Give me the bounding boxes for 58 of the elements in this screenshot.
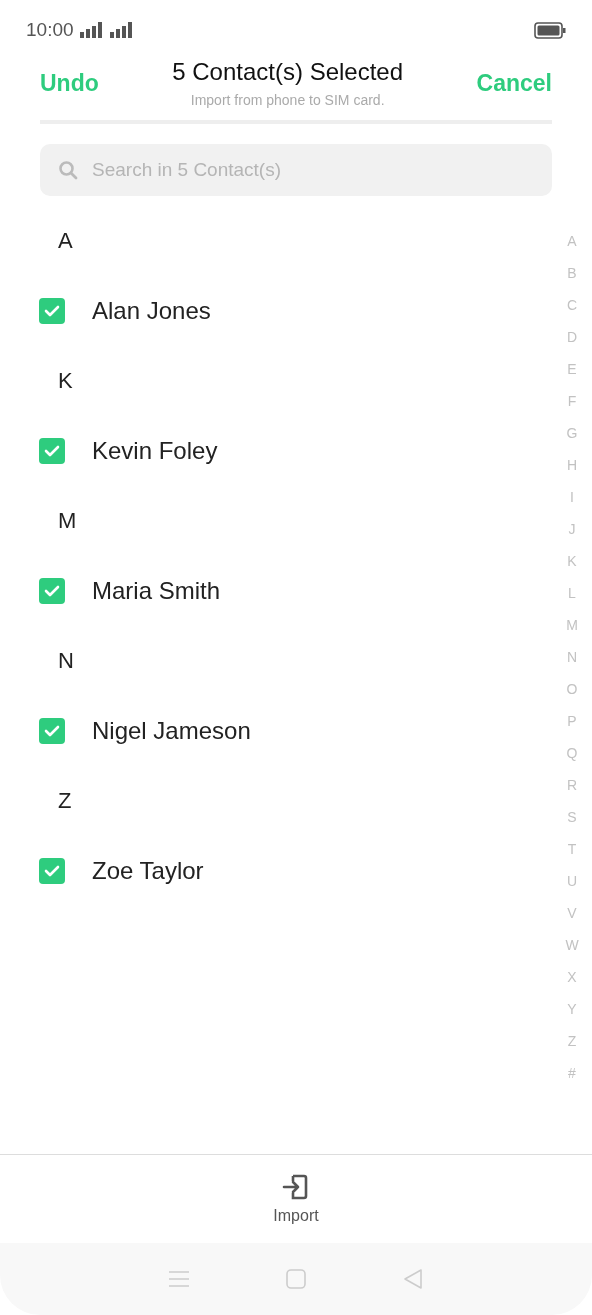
search-field[interactable]: Search in 5 Contact(s) [40, 144, 552, 196]
index-letter[interactable]: S [567, 801, 577, 833]
index-letter[interactable]: C [566, 289, 578, 321]
index-letter[interactable]: P [567, 705, 577, 737]
battery-icon [534, 21, 566, 39]
index-letter[interactable]: G [566, 417, 578, 449]
index-letter[interactable]: H [566, 449, 578, 481]
index-letter[interactable]: B [567, 257, 577, 289]
checkbox[interactable] [39, 718, 65, 744]
checkmark-icon [44, 865, 60, 877]
section-letter: N [58, 648, 74, 674]
screen-title: 5 Contact(s) Selected [172, 58, 404, 86]
index-letter[interactable]: T [567, 833, 577, 865]
import-icon [282, 1173, 310, 1201]
section-letter: K [58, 368, 73, 394]
undo-button[interactable]: Undo [40, 70, 99, 97]
section-letter: Z [58, 788, 72, 814]
checkbox[interactable] [39, 578, 65, 604]
index-letter[interactable]: Z [567, 1025, 577, 1057]
section-letter: A [58, 228, 73, 254]
checkmark-icon [44, 585, 60, 597]
index-letter[interactable]: N [566, 641, 578, 673]
index-letter[interactable]: J [568, 513, 576, 545]
contact-name[interactable]: Kevin Foley [92, 437, 218, 465]
home-icon[interactable] [285, 1268, 307, 1290]
index-letter[interactable]: E [567, 353, 577, 385]
index-letter[interactable]: M [566, 609, 578, 641]
contact-name[interactable]: Maria Smith [92, 577, 221, 605]
contact-name[interactable]: Alan Jones [92, 297, 211, 325]
time: 10:00 [26, 19, 74, 41]
index-letter[interactable]: R [566, 769, 578, 801]
index-letter[interactable]: K [567, 545, 577, 577]
checkmark-icon [44, 445, 60, 457]
index-letter[interactable]: D [566, 321, 578, 353]
index-letter[interactable]: O [566, 673, 578, 705]
checkbox[interactable] [39, 858, 65, 884]
screen-subtitle: Import from phone to SIM card. [190, 92, 385, 108]
index-letter[interactable]: Q [566, 737, 578, 769]
section-letter: M [58, 508, 77, 534]
index-letter[interactable]: Y [567, 993, 577, 1025]
index-letter[interactable]: W [565, 929, 579, 961]
cancel-button[interactable]: Cancel [476, 70, 552, 97]
index-letter[interactable]: # [568, 1057, 576, 1089]
index-letter[interactable]: V [567, 897, 577, 929]
checkmark-icon [44, 725, 60, 737]
contact-name[interactable]: Zoe Taylor [92, 857, 204, 885]
back-icon[interactable] [402, 1268, 425, 1290]
contact-name[interactable]: Nigel Jameson [92, 717, 251, 745]
import-button[interactable]: Import [273, 1173, 319, 1225]
index-letter[interactable]: X [567, 961, 577, 993]
checkbox[interactable] [39, 298, 65, 324]
checkbox[interactable] [39, 438, 65, 464]
menu-icon[interactable] [167, 1270, 190, 1288]
index-letter[interactable]: F [567, 385, 577, 417]
index-letter[interactable]: A [567, 225, 577, 257]
index-letter[interactable]: U [566, 865, 578, 897]
checkmark-icon [44, 305, 60, 317]
index-letter[interactable]: L [568, 577, 576, 609]
